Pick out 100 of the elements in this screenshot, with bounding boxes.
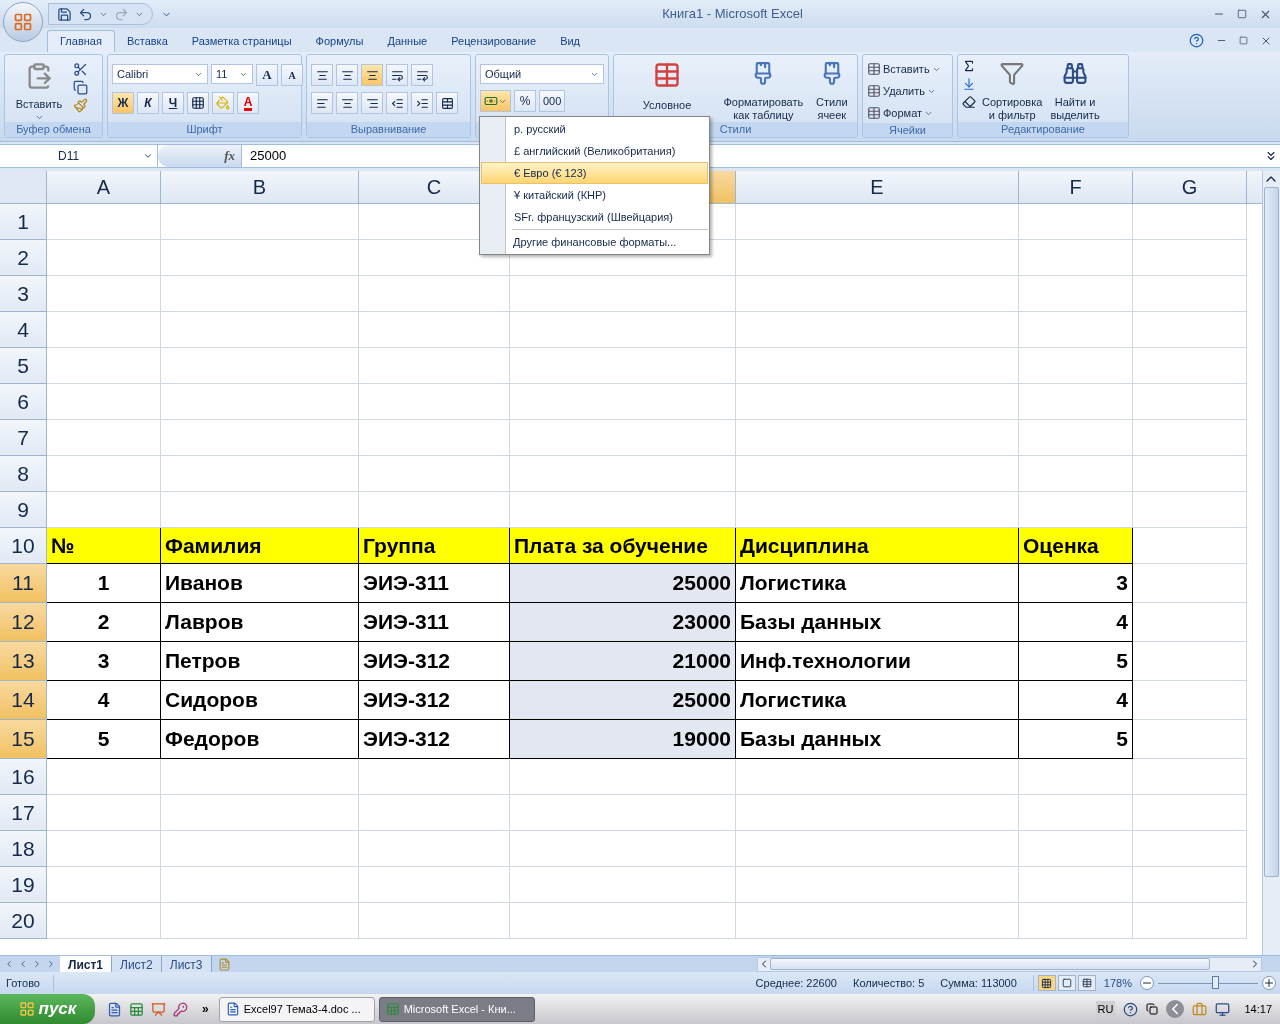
editing-button[interactable]: Сортировка и фильтр: [980, 58, 1045, 122]
row-header[interactable]: 11: [0, 564, 47, 603]
view-button[interactable]: [1037, 975, 1056, 991]
align-center-button[interactable]: [336, 92, 358, 114]
thousands-button[interactable]: 000: [539, 90, 566, 112]
network-icon[interactable]: [1215, 1001, 1231, 1017]
row-header[interactable]: 9: [0, 492, 47, 528]
ribbon-tab[interactable]: Данные: [375, 30, 440, 52]
key-icon[interactable]: [173, 1001, 188, 1017]
number-format-field[interactable]: Общий: [480, 64, 604, 84]
vertical-scrollbar[interactable]: [1262, 171, 1280, 955]
fill-down-icon[interactable]: [962, 77, 976, 91]
ribbon-tab[interactable]: Формулы: [303, 30, 376, 52]
spreadsheet-icon[interactable]: [129, 1001, 144, 1017]
bold-button[interactable]: Ж: [112, 92, 134, 114]
orientation-button[interactable]: [386, 64, 408, 86]
row-header[interactable]: 7: [0, 420, 47, 456]
cells-button[interactable]: Удалить: [867, 81, 941, 101]
column-header[interactable]: B: [161, 171, 359, 203]
ribbon-tab[interactable]: Разметка страницы: [179, 30, 304, 52]
row-header[interactable]: 19: [0, 867, 47, 903]
increase-indent-button[interactable]: [411, 92, 433, 114]
fx-button[interactable]: fx: [158, 145, 242, 167]
underline-button[interactable]: Ч: [162, 92, 184, 114]
styles-button[interactable]: Стили ячеек: [810, 58, 853, 122]
zoom-in-icon[interactable]: [1262, 976, 1276, 990]
row-header[interactable]: 6: [0, 384, 47, 420]
view-button[interactable]: [1077, 975, 1096, 991]
align-left-button[interactable]: [311, 92, 333, 114]
menu-item[interactable]: Другие финансовые форматы...: [506, 231, 708, 253]
percent-button[interactable]: %: [514, 90, 536, 112]
undo-icon[interactable]: [78, 6, 93, 22]
row-header[interactable]: 2: [0, 240, 47, 276]
borders-button[interactable]: [187, 92, 209, 114]
font-name-field[interactable]: Calibri: [112, 64, 208, 84]
fill-color-button[interactable]: [212, 92, 234, 114]
taskbar-task[interactable]: Excel97 Тема3-4.doc ...: [218, 996, 375, 1022]
row-header[interactable]: 16: [0, 759, 47, 795]
ribbon-tab[interactable]: Вид: [548, 30, 593, 52]
styles-button[interactable]: Форматировать как таблицу: [720, 58, 807, 122]
row-header[interactable]: 13: [0, 642, 47, 681]
zoom-out-icon[interactable]: [1140, 976, 1154, 990]
restore-icon[interactable]: [1239, 36, 1248, 45]
formula-input[interactable]: 25000: [242, 146, 291, 166]
row-header[interactable]: 8: [0, 456, 47, 492]
align-middle-button[interactable]: [336, 64, 358, 86]
sheet-tab[interactable]: Лист1: [60, 956, 113, 972]
row-header[interactable]: 10: [0, 528, 47, 564]
ribbon-tab[interactable]: Вставка: [114, 30, 180, 52]
wrap-text-button[interactable]: [411, 64, 433, 86]
font-color-button[interactable]: A: [237, 92, 259, 114]
help-icon[interactable]: [1189, 33, 1204, 48]
grow-font-button[interactable]: A: [256, 64, 278, 86]
more-launch-items[interactable]: »: [202, 1000, 209, 1018]
sum-icon[interactable]: [962, 59, 976, 73]
column-header[interactable]: F: [1019, 171, 1133, 203]
sheet-tab[interactable]: Лист3: [161, 956, 212, 972]
word-icon[interactable]: [107, 1001, 122, 1017]
ribbon-tab[interactable]: Главная: [47, 30, 115, 52]
expand-icon[interactable]: [1264, 149, 1278, 163]
copy-icon[interactable]: [73, 80, 88, 95]
zoom-thumb[interactable]: [1212, 976, 1219, 989]
menu-item[interactable]: £ английский (Великобритания): [481, 140, 708, 162]
sheet-tab[interactable]: Лист2: [112, 956, 162, 972]
eraser-icon[interactable]: [962, 95, 976, 109]
row-header[interactable]: 14: [0, 681, 47, 720]
row-header[interactable]: 5: [0, 348, 47, 384]
align-top-button[interactable]: [311, 64, 333, 86]
font-size-field[interactable]: 11: [211, 64, 253, 84]
collapse-tray-icon[interactable]: [1166, 1000, 1185, 1018]
cells-button[interactable]: Вставить: [867, 59, 941, 79]
save-icon[interactable]: [57, 6, 72, 22]
language-indicator[interactable]: RU: [1095, 1000, 1116, 1018]
restore-icon[interactable]: [1237, 9, 1247, 19]
column-header[interactable]: A: [47, 171, 161, 203]
row-header[interactable]: 18: [0, 831, 47, 867]
paste-button[interactable]: Вставить: [9, 58, 69, 122]
menu-item[interactable]: € Евро (€ 123): [481, 162, 708, 184]
scissors-icon[interactable]: [73, 62, 88, 77]
decrease-indent-button[interactable]: [386, 92, 408, 114]
align-bottom-button[interactable]: [361, 64, 383, 86]
name-box[interactable]: D11: [0, 145, 158, 167]
row-header[interactable]: 3: [0, 276, 47, 312]
view-button[interactable]: [1057, 975, 1076, 991]
row-header[interactable]: 12: [0, 603, 47, 642]
help-icon[interactable]: [1123, 1001, 1139, 1017]
column-header[interactable]: G: [1133, 171, 1247, 203]
row-header[interactable]: 20: [0, 903, 47, 939]
italic-button[interactable]: К: [137, 92, 159, 114]
row-header[interactable]: 15: [0, 720, 47, 759]
menu-item[interactable]: SFr. французский (Швейцария): [481, 206, 708, 228]
office-button[interactable]: [3, 2, 43, 42]
column-header[interactable]: E: [736, 171, 1019, 203]
row-header[interactable]: 17: [0, 795, 47, 831]
row-header[interactable]: 1: [0, 204, 47, 240]
ribbon-tab[interactable]: Рецензирование: [439, 30, 549, 52]
editing-button[interactable]: Найти и выделить: [1048, 58, 1102, 122]
cells-button[interactable]: Формат: [867, 103, 941, 123]
zoom-slider[interactable]: [1158, 976, 1258, 990]
align-right-button[interactable]: [361, 92, 383, 114]
